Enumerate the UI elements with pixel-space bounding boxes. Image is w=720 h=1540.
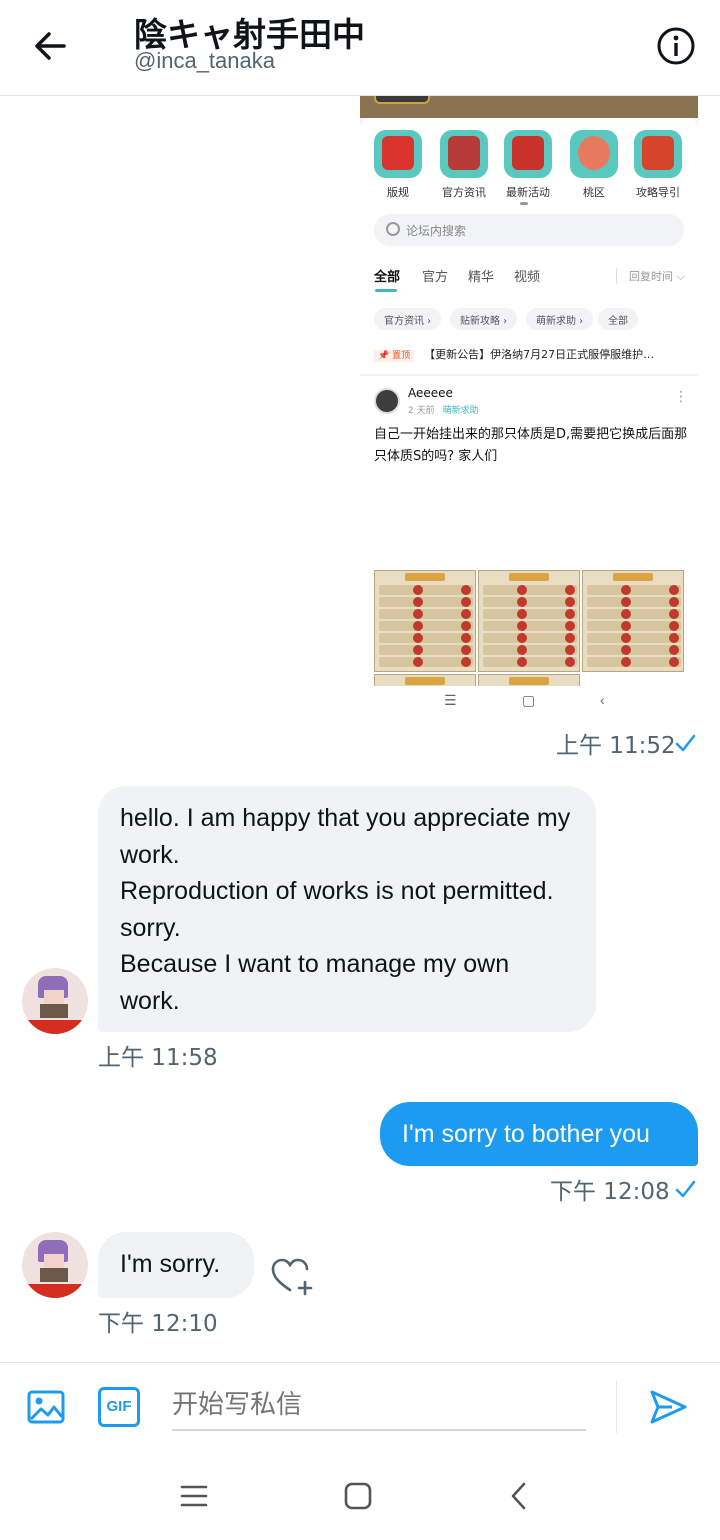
screenshot-top-banner bbox=[360, 96, 698, 118]
incoming-message-bubble[interactable]: I'm sorry. bbox=[98, 1232, 254, 1298]
post-thumbnail-image bbox=[478, 570, 580, 672]
message-timestamp: 上午 11:58 bbox=[98, 1045, 218, 1071]
pinned-title: 【更新公告】伊洛纳7月27日正式服停服维护… bbox=[424, 348, 655, 361]
pinned-post: 📌 置顶 【更新公告】伊洛纳7月27日正式服停服维护… bbox=[374, 346, 654, 362]
gif-icon[interactable]: GIF bbox=[98, 1387, 140, 1427]
page-indicator bbox=[520, 202, 528, 205]
info-icon[interactable] bbox=[656, 26, 696, 66]
events-icon bbox=[504, 130, 552, 178]
post-text: 自己一开始挂出来的那只体质是D,需要把它换成后面那只体质S的吗? 家人们 bbox=[374, 427, 688, 464]
message-timestamp: 上午 11:52 bbox=[556, 733, 676, 759]
image-icon[interactable] bbox=[26, 1387, 66, 1427]
app-label: 桃区 bbox=[583, 186, 605, 199]
message-line: hello. I am happy that you appreciate my… bbox=[120, 804, 571, 869]
post-time: 2 天前 bbox=[408, 406, 435, 416]
search-icon bbox=[386, 222, 400, 236]
back-icon: ‹ bbox=[600, 692, 605, 708]
sent-check-icon bbox=[675, 1180, 696, 1198]
screenshot-nav-bar: ☰ ▢ ‹ bbox=[360, 686, 698, 720]
filter-chip: 全部 bbox=[598, 308, 638, 330]
sender-avatar[interactable] bbox=[22, 968, 88, 1034]
home-icon: ▢ bbox=[522, 692, 536, 708]
peach-zone-icon bbox=[570, 130, 618, 178]
message-timestamp: 下午 12:10 bbox=[98, 1311, 218, 1337]
incoming-message-bubble[interactable]: hello. I am happy that you appreciate my… bbox=[98, 786, 596, 1032]
post-avatar bbox=[374, 388, 400, 414]
app-label: 版规 bbox=[387, 186, 409, 199]
post-thumbnail-image bbox=[582, 570, 684, 672]
sender-avatar[interactable] bbox=[22, 1232, 88, 1298]
message-composer: GIF bbox=[0, 1362, 720, 1452]
app-label: 攻略导引 bbox=[636, 186, 680, 199]
filter-chip: 萌新求助 › bbox=[526, 308, 594, 330]
search-placeholder: 论坛内搜索 bbox=[406, 224, 467, 238]
outgoing-message-bubble[interactable]: I'm sorry to bother you bbox=[380, 1102, 698, 1166]
conversation-handle[interactable]: @inca_tanaka bbox=[134, 48, 275, 74]
menu-icon: ☰ bbox=[444, 692, 457, 708]
sort-link: 回复时间 ⌵ bbox=[616, 268, 685, 284]
more-icon: ⋮ bbox=[674, 388, 688, 404]
shared-screenshot-image[interactable]: 版规 官方资讯 最新活动 桃区 攻略导引 论坛内搜索 全部 官方 精华 视频 回… bbox=[360, 96, 698, 720]
post-author: Aeeeee bbox=[408, 386, 453, 400]
home-button-icon[interactable] bbox=[342, 1480, 374, 1512]
message-input[interactable] bbox=[172, 1381, 586, 1431]
add-reaction-icon[interactable] bbox=[270, 1256, 316, 1296]
forum-rules-icon bbox=[374, 130, 422, 178]
back-arrow-icon[interactable] bbox=[30, 26, 70, 66]
post-meta: 2 天前 萌新求助 bbox=[408, 403, 479, 416]
back-button-icon[interactable] bbox=[504, 1480, 536, 1512]
guide-icon bbox=[634, 130, 682, 178]
tab-underline bbox=[375, 289, 397, 292]
post-thumbnail-image bbox=[374, 570, 476, 672]
tab-official: 官方 bbox=[422, 270, 449, 285]
pinned-tag: 📌 置顶 bbox=[374, 350, 415, 362]
recents-icon[interactable] bbox=[178, 1480, 210, 1512]
message-timestamp: 下午 12:08 bbox=[550, 1179, 670, 1205]
system-nav-bar bbox=[0, 1452, 720, 1540]
app-label: 最新活动 bbox=[506, 186, 550, 199]
official-news-icon bbox=[440, 130, 488, 178]
sent-check-icon bbox=[675, 734, 696, 752]
forum-post: Aeeeee 2 天前 萌新求助 ⋮ 自己一开始挂出来的那只体质是D,需要把它换成… bbox=[360, 376, 698, 720]
message-line: Because I want to manage my own work. bbox=[120, 950, 510, 1015]
tab-video: 视频 bbox=[514, 270, 541, 285]
tab-all: 全部 bbox=[374, 270, 401, 285]
filter-chip: 官方资讯 › bbox=[374, 308, 442, 330]
composer-divider bbox=[616, 1381, 617, 1433]
message-line: Reproduction of works is not permitted. … bbox=[120, 877, 554, 942]
app-label: 官方资讯 bbox=[442, 186, 486, 199]
conversation-header: 陰キャ射手田中 @inca_tanaka bbox=[0, 0, 720, 96]
post-category: 萌新求助 bbox=[442, 406, 479, 416]
screenshot-search-bar: 论坛内搜索 bbox=[374, 214, 684, 246]
send-icon[interactable] bbox=[648, 1387, 688, 1427]
tab-featured: 精华 bbox=[468, 270, 495, 285]
filter-chip: 贴新攻略 › bbox=[450, 308, 518, 330]
